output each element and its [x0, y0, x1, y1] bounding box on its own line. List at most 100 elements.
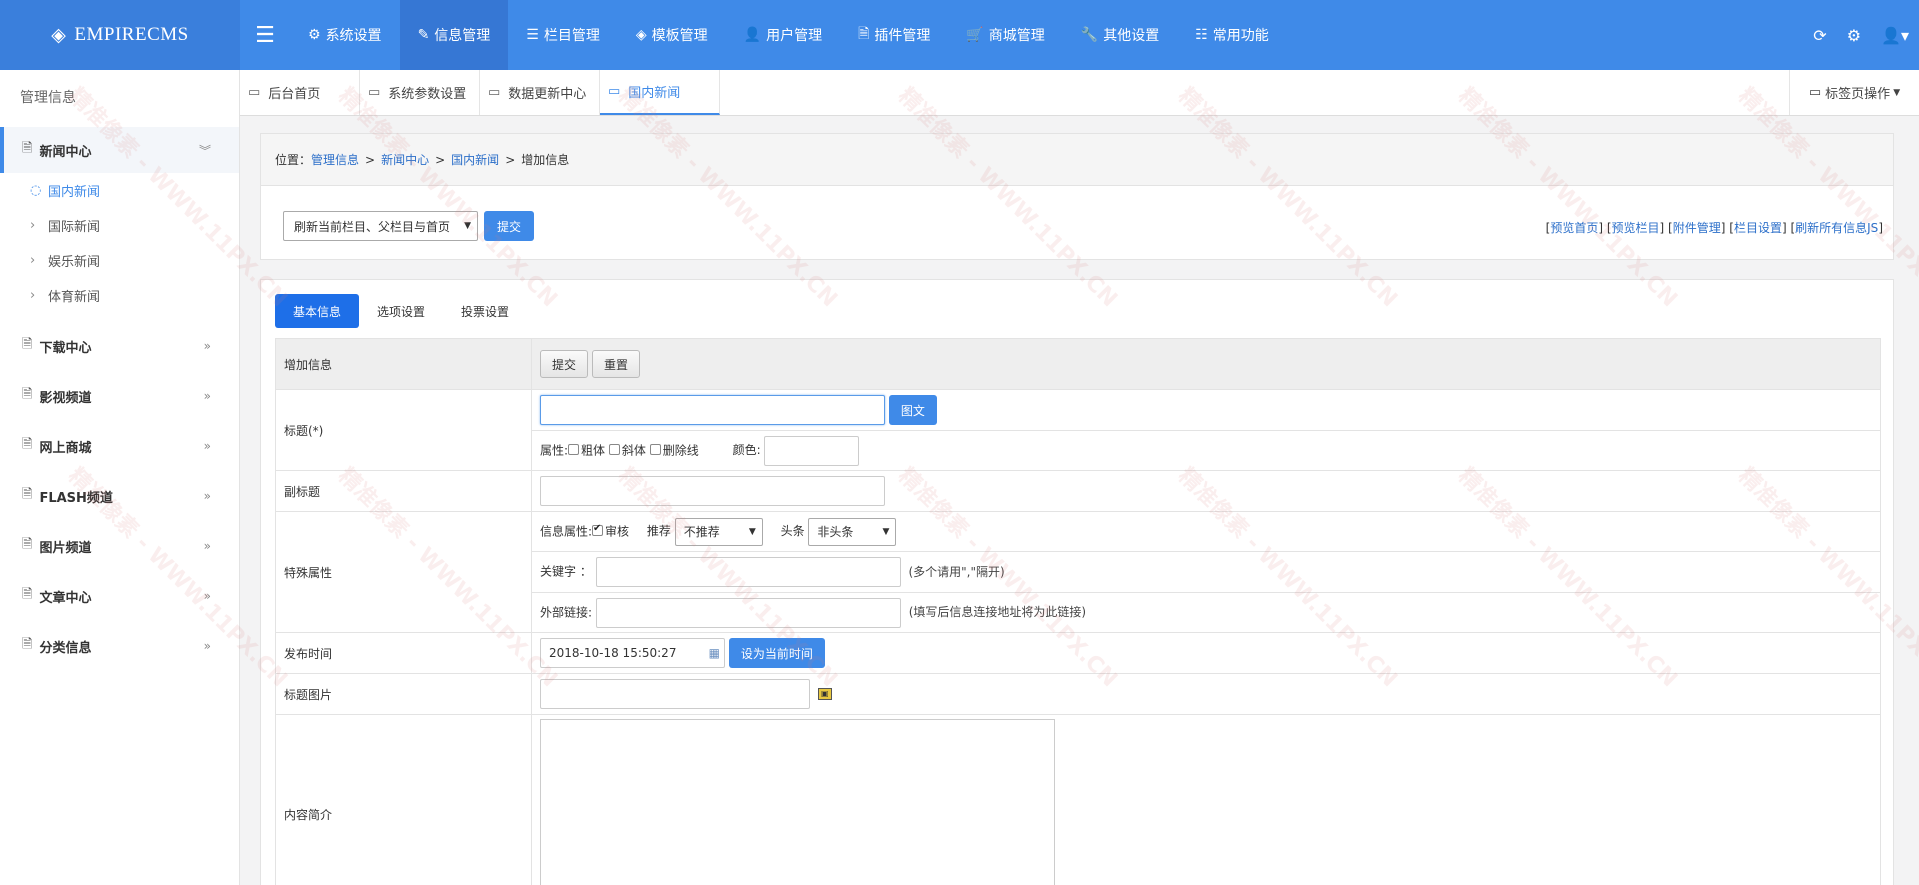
breadcrumb-link-news-center[interactable]: 新闻中心: [381, 151, 429, 168]
keyword-input[interactable]: [595, 557, 901, 587]
subtitle-input[interactable]: [540, 476, 885, 506]
sidebar-item-international-news[interactable]: › 国际新闻: [0, 208, 239, 243]
link-refresh-all-js[interactable]: 刷新所有信息JS: [1795, 221, 1878, 235]
chevron-double-right-icon: »: [203, 539, 211, 553]
topnav-info-management[interactable]: ✎ 信息管理: [399, 0, 509, 70]
sidebar-item-domestic-news[interactable]: ◌ 国内新闻: [0, 173, 239, 208]
chevron-double-right-icon: »: [203, 439, 211, 453]
external-link-input[interactable]: [595, 597, 901, 628]
form-submit-button[interactable]: 提交: [540, 350, 589, 378]
link-preview-column[interactable]: 预览栏目: [1612, 221, 1660, 235]
form-panel: 基本信息 选项设置 投票设置 增加信息 提交 重置 标题(*) 图文 属性: 粗体: [260, 279, 1894, 885]
sidebar-group-news[interactable]: 🗎 新闻中心 ︾: [0, 127, 239, 173]
logo[interactable]: ◈ EMPIRECMS: [0, 0, 240, 70]
sidebar: 管理信息 🗎 新闻中心 ︾ ◌ 国内新闻 › 国际新闻 › 娱乐新闻 › 体育新闻 🗎 下…: [0, 70, 240, 885]
calendar-icon[interactable]: ▦: [709, 639, 720, 667]
tab-option-settings[interactable]: 选项设置: [359, 294, 443, 328]
tab-basic-info[interactable]: 基本信息: [275, 294, 360, 328]
sidebar-group-article[interactable]: 🗎 文章中心»: [0, 571, 239, 621]
chevron-right-icon: ›: [30, 288, 36, 303]
top-right-tools: ⟳ ⚙ 👤▾: [1813, 0, 1909, 70]
refresh-icon[interactable]: ⟳: [1813, 26, 1826, 45]
document-icon: 🗎: [22, 587, 33, 602]
window-icon: ▭: [248, 85, 261, 100]
title-input[interactable]: [540, 395, 885, 425]
summary-textarea[interactable]: [540, 719, 1055, 885]
form-tabs: 基本信息 选项设置 投票设置: [275, 294, 527, 328]
main-content: 位置： 管理信息 > 新闻中心 > 国内新闻 > 增加信息 刷新当前栏目、父栏目…: [240, 116, 1919, 885]
chevron-double-right-icon: »: [203, 589, 211, 603]
image-select-icon[interactable]: ▣: [817, 688, 832, 700]
caret-down-icon: ▼: [1893, 87, 1901, 98]
chevron-double-right-icon: »: [203, 489, 211, 503]
sidebar-item-sports-news[interactable]: › 体育新闻: [0, 278, 239, 313]
chevron-double-right-icon: »: [203, 339, 211, 353]
topnav-template-management[interactable]: ◈ 模板管理: [618, 0, 726, 70]
file-code-icon: 🗎: [858, 26, 870, 42]
list-icon: ☰: [526, 27, 539, 43]
chevron-right-icon: ›: [30, 218, 36, 233]
quick-links: [预览首页] [预览栏目] [附件管理] [栏目设置] [刷新所有信息JS]: [1545, 221, 1883, 235]
form-header-label: 增加信息: [275, 338, 532, 390]
breadcrumb-link-domestic-news[interactable]: 国内新闻: [451, 151, 499, 168]
chevron-double-down-icon: ︾: [198, 143, 211, 158]
chevron-double-right-icon: »: [203, 389, 211, 403]
tab-operations-button[interactable]: ▭ 标签页操作 ▼: [1789, 70, 1919, 115]
tab-vote-settings[interactable]: 投票设置: [443, 294, 527, 328]
document-icon: 🗎: [22, 141, 33, 156]
summary-label: 内容简介: [275, 714, 532, 885]
chevron-right-icon: ›: [30, 253, 36, 268]
link-column-settings[interactable]: 栏目设置: [1734, 221, 1782, 235]
bold-checkbox[interactable]: [568, 444, 580, 455]
gear-icon[interactable]: ⚙: [1847, 26, 1861, 45]
headline-select[interactable]: 非头条 ▼: [808, 517, 897, 546]
topnav-user-management[interactable]: 👤 用户管理: [726, 0, 840, 70]
review-checkbox[interactable]: [592, 523, 604, 536]
link-preview-home[interactable]: 预览首页: [1550, 221, 1598, 235]
menu-toggle-icon[interactable]: ☰: [240, 0, 290, 70]
tab-admin-home[interactable]: ▭ 后台首页: [240, 70, 360, 115]
sidebar-item-entertainment-news[interactable]: › 娱乐新闻: [0, 243, 239, 278]
title-image-input[interactable]: [540, 679, 810, 709]
sidebar-group-shop[interactable]: 🗎 网上商城»: [0, 421, 239, 471]
topnav-column-management[interactable]: ☰ 栏目管理: [508, 0, 618, 70]
tab-system-params[interactable]: ▭ 系统参数设置: [360, 70, 480, 115]
document-icon: 🗎: [22, 387, 33, 402]
topnav-shop-management[interactable]: 🛒 商城管理: [948, 0, 1062, 70]
topnav-system-settings[interactable]: ⚙ 系统设置: [290, 0, 400, 70]
publish-time-input[interactable]: 2018-10-18 15:50:27 ▦: [540, 638, 725, 668]
sidebar-group-picture[interactable]: 🗎 图片频道»: [0, 521, 239, 571]
tab-domestic-news[interactable]: ▭ 国内新闻: [600, 70, 720, 115]
user-menu-icon[interactable]: 👤▾: [1881, 26, 1909, 45]
document-icon: 🗎: [22, 537, 33, 552]
document-icon: 🗎: [22, 487, 33, 502]
sidebar-group-video[interactable]: 🗎 影视频道»: [0, 371, 239, 421]
topnav-common-functions[interactable]: ☷ 常用功能: [1177, 0, 1287, 70]
topnav-plugin-management[interactable]: 🗎 插件管理: [840, 0, 948, 70]
topnav-other-settings[interactable]: 🔧 其他设置: [1063, 0, 1177, 70]
strikethrough-checkbox[interactable]: [649, 444, 661, 455]
italic-checkbox[interactable]: [608, 444, 620, 455]
gear-icon: ⚙: [308, 27, 321, 43]
sidebar-group-flash[interactable]: 🗎 FLASH频道»: [0, 471, 239, 521]
recommend-select[interactable]: 不推荐 ▼: [674, 517, 763, 546]
link-attachment-management[interactable]: 附件管理: [1673, 221, 1721, 235]
cart-icon: 🛒: [966, 27, 984, 43]
breadcrumb-link-manage-info[interactable]: 管理信息: [311, 151, 359, 168]
subtitle-label: 副标题: [275, 470, 532, 512]
sidebar-group-download[interactable]: 🗎 下载中心»: [0, 321, 239, 371]
set-current-time-button[interactable]: 设为当前时间: [728, 638, 825, 668]
document-icon: 🗎: [22, 337, 33, 352]
caret-down-icon: ▼: [748, 526, 756, 537]
sidebar-group-classified[interactable]: 🗎 分类信息»: [0, 621, 239, 671]
sidebar-title: 管理信息: [20, 90, 76, 106]
window-icon: ▭: [488, 85, 501, 100]
refresh-submit-button[interactable]: 提交: [484, 211, 534, 241]
loading-icon: ◌: [30, 183, 42, 198]
caret-down-icon: ▼: [882, 526, 890, 537]
title-image-text-button[interactable]: 图文: [888, 395, 937, 425]
color-input[interactable]: [764, 435, 860, 466]
tab-data-update[interactable]: ▭ 数据更新中心: [480, 70, 600, 115]
refresh-scope-select[interactable]: 刷新当前栏目、父栏目与首页 ▼: [283, 211, 478, 241]
form-reset-button[interactable]: 重置: [592, 350, 641, 378]
